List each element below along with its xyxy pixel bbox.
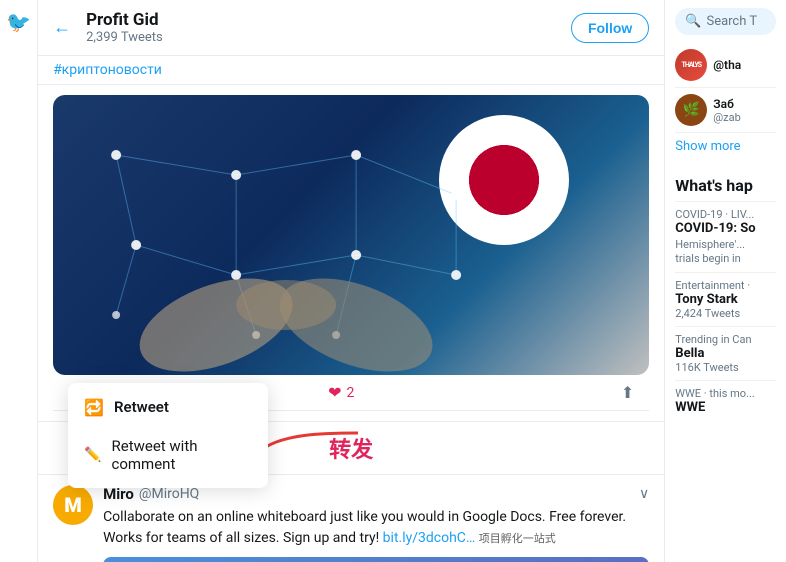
miro-username: Miro: [103, 485, 134, 503]
trend-covid[interactable]: COVID-19 · LIV... COVID-19: So Hemispher…: [675, 201, 776, 272]
trend-covid-category: COVID-19 · LIV...: [675, 208, 776, 221]
thalys-avatar: THALYS: [675, 49, 707, 81]
bella-item[interactable]: Trending in Can Bella 116K Tweets: [675, 326, 776, 380]
action-row: 🔁 Retweet ✏️ Retweet with comment: [53, 375, 649, 411]
follow-button[interactable]: Follow: [571, 13, 649, 43]
heart-count: 2: [346, 385, 354, 401]
bella-name: Bella: [675, 346, 776, 361]
search-icon: 🔍: [685, 14, 701, 29]
whats-happening: What's hap COVID-19 · LIV... COVID-19: S…: [675, 170, 776, 421]
share-icon: ⬆: [621, 383, 634, 402]
miro-tweet: M Miro @MiroHQ ∨ Collaborate on an onlin…: [38, 475, 664, 562]
retweet-dropdown: 🔁 Retweet ✏️ Retweet with comment: [68, 383, 268, 488]
tweet-user-row: M Miro @MiroHQ ∨ Collaborate on an onlin…: [53, 485, 649, 562]
profile-name: Profit Gid: [86, 10, 571, 30]
retweet-icon: 🔁: [84, 398, 104, 417]
zab-avatar: 🌿: [675, 94, 707, 126]
whats-happening-title: What's hap: [675, 170, 776, 201]
wwe-name: WWE: [675, 400, 776, 415]
follow-item-zab: 🌿 Заб @zab: [675, 88, 776, 133]
zab-avatar-img: 🌿: [683, 102, 700, 118]
network-overlay: [53, 95, 649, 375]
miro-link[interactable]: bit.ly/3dcohC…: [383, 530, 476, 546]
left-sidebar: 🐦: [0, 0, 38, 562]
share-action[interactable]: ⬆: [621, 383, 634, 402]
tweet-image: [53, 95, 649, 375]
tony-stark-item[interactable]: Entertainment · Tony Stark 2,424 Tweets: [675, 272, 776, 326]
retweet-comment-label: Retweet with comment: [112, 437, 253, 473]
profile-header: ← Profit Gid 2,399 Tweets Follow: [38, 0, 664, 56]
heart-icon: ❤: [328, 383, 341, 402]
tweet-count: 2,399 Tweets: [86, 30, 571, 45]
pencil-icon: ✏️: [84, 447, 101, 463]
miro-handle: @MiroHQ: [139, 486, 199, 502]
wwe-item[interactable]: WWE · this mo... WWE: [675, 380, 776, 421]
tony-name: Tony Stark: [675, 292, 776, 307]
chevron-down-icon[interactable]: ∨: [639, 486, 649, 502]
zab-info: Заб @zab: [713, 97, 741, 124]
crypto-link[interactable]: #криптоновости: [38, 56, 664, 85]
follow-item-thalys: THALYS @tha: [675, 43, 776, 88]
tweet-image-container: 🔁 Retweet ✏️ Retweet with comment: [38, 85, 664, 422]
right-sidebar: 🔍 Search T THALYS @tha 🌿 Заб @zab Show m…: [665, 0, 786, 562]
bella-tweets: 116K Tweets: [675, 361, 776, 374]
watermark: 项目孵化一站式: [479, 532, 556, 545]
retweet-with-comment-option[interactable]: ✏️ Retweet with comment: [68, 427, 268, 483]
thalys-info: @tha: [713, 58, 741, 72]
main-content: ← Profit Gid 2,399 Tweets Follow #крипто…: [38, 0, 665, 562]
zab-handle: @zab: [713, 111, 741, 124]
wwe-category: WWE · this mo...: [675, 387, 776, 400]
search-text: Search T: [706, 14, 757, 29]
back-button[interactable]: ←: [53, 17, 71, 38]
tony-category: Entertainment ·: [675, 279, 776, 292]
trend-covid-title: COVID-19: So: [675, 221, 776, 238]
bella-category: Trending in Can: [675, 333, 776, 346]
like-action[interactable]: ❤ 2: [328, 383, 354, 402]
miro-tweet-body: Collaborate on an online whiteboard just…: [103, 507, 649, 549]
show-more-button[interactable]: Show more: [675, 133, 776, 160]
miro-preview: miro: [103, 557, 649, 562]
retweet-option[interactable]: 🔁 Retweet: [68, 388, 268, 427]
tweet-user-info: Miro @MiroHQ ∨: [103, 485, 649, 503]
profile-info: Profit Gid 2,399 Tweets: [86, 10, 571, 45]
who-to-follow: THALYS @tha 🌿 Заб @zab: [675, 43, 776, 133]
retweet-label: Retweet: [114, 398, 169, 416]
trend-covid-sub: Hemisphere'...trials begin in: [675, 238, 776, 267]
twitter-logo: 🐦: [6, 10, 31, 34]
miro-avatar: M: [53, 485, 93, 525]
search-bar[interactable]: 🔍 Search T: [675, 8, 776, 35]
zab-display: Заб: [713, 97, 741, 111]
tony-tweets: 2,424 Tweets: [675, 307, 776, 320]
tweet-text-area: Miro @MiroHQ ∨ Collaborate on an online …: [103, 485, 649, 562]
thalys-name: @tha: [713, 58, 741, 72]
